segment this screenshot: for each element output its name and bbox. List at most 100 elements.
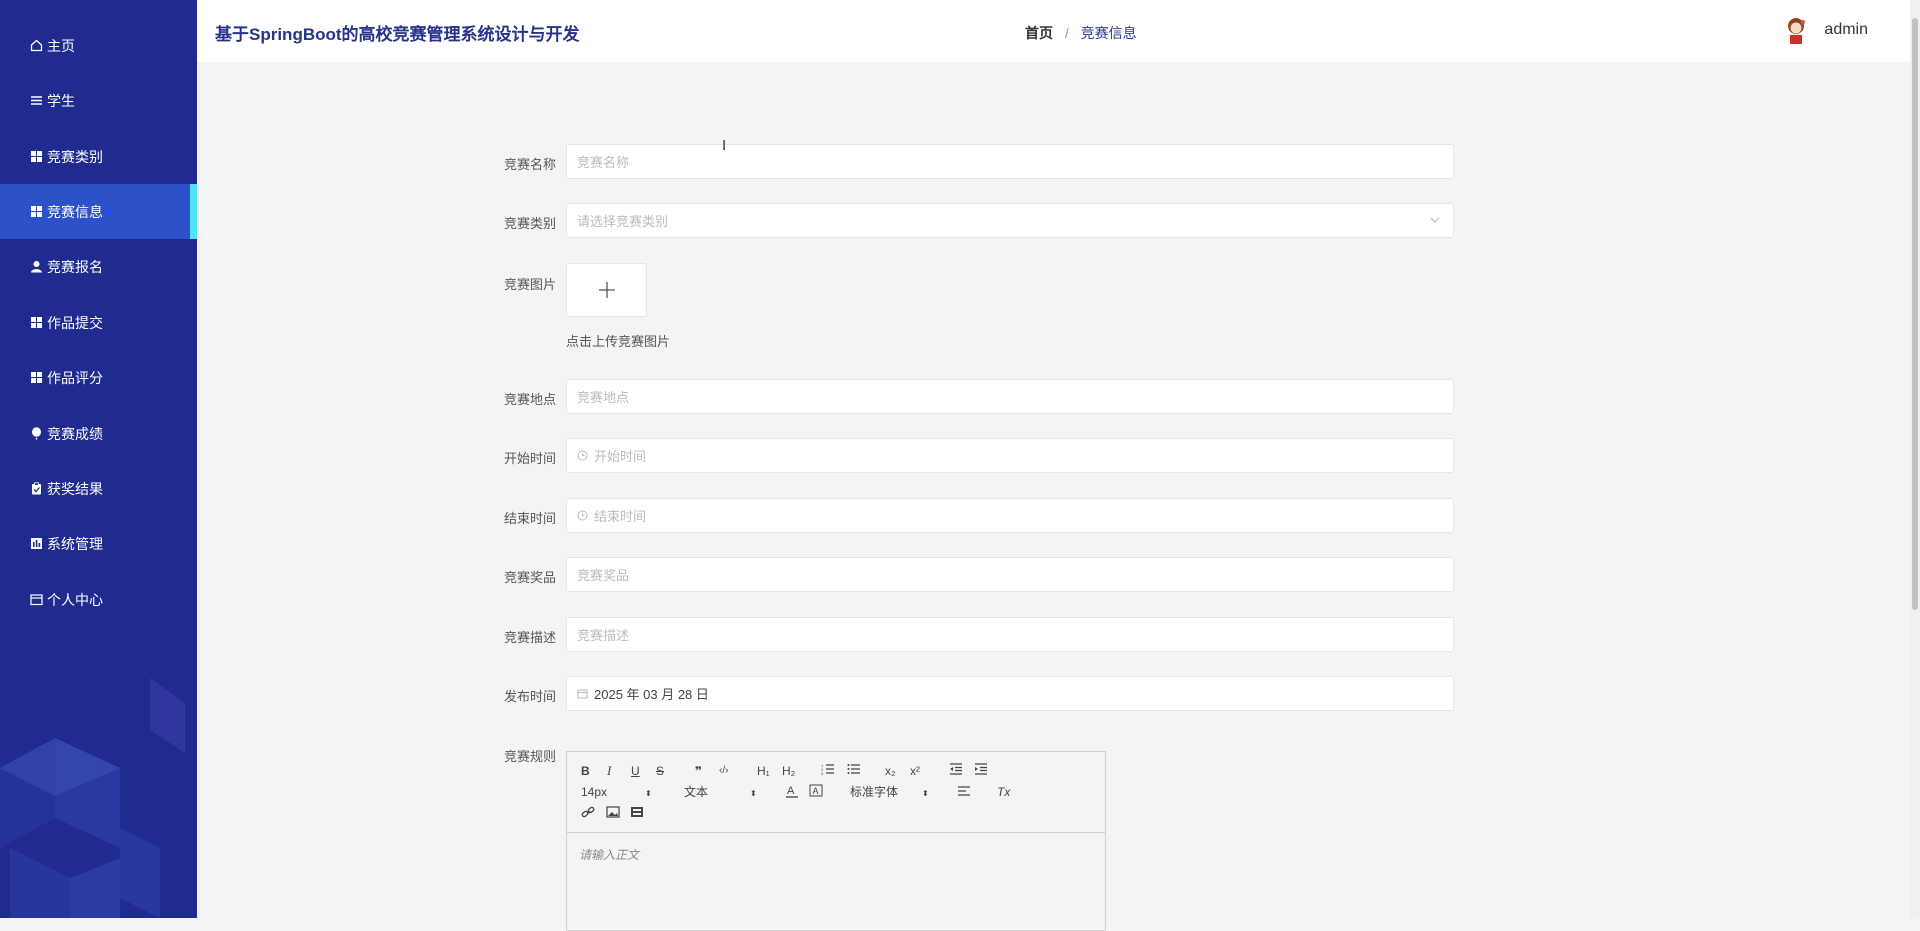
end-time-picker[interactable]: 结束时间 bbox=[566, 498, 1454, 533]
editor-content-placeholder[interactable]: 请输入正文 bbox=[579, 846, 639, 863]
decorative-cubes bbox=[0, 678, 185, 918]
sidebar-item-competition-info[interactable]: 竞赛信息 bbox=[0, 184, 197, 239]
sidebar-item-registration[interactable]: 竞赛报名 bbox=[0, 239, 197, 294]
end-time-placeholder: 结束时间 bbox=[594, 509, 647, 524]
bold-button[interactable]: B bbox=[581, 764, 590, 778]
top-header: 基于SpringBoot的高校竞赛管理系统设计与开发 首页 / 竞赛信息 adm… bbox=[197, 0, 1910, 62]
sidebar-item-scoring[interactable]: 作品评分 bbox=[0, 350, 197, 405]
user-menu[interactable]: admin bbox=[1780, 14, 1868, 46]
h2-button[interactable]: H₂ bbox=[782, 764, 795, 778]
font-family-value: 标准字体 bbox=[850, 785, 899, 799]
card-icon bbox=[30, 593, 43, 606]
publish-time-label: 发布时间 bbox=[503, 689, 556, 704]
user-icon bbox=[30, 260, 43, 273]
ordered-list-icon[interactable]: 123 bbox=[821, 763, 835, 778]
plus-icon bbox=[598, 282, 615, 298]
sidebar-item-competition-category[interactable]: 竞赛类别 bbox=[0, 129, 197, 184]
indent-icon[interactable] bbox=[974, 763, 988, 778]
name-label: 竞赛名称 bbox=[503, 157, 556, 172]
username: admin bbox=[1824, 21, 1868, 38]
sidebar-item-label: 学生 bbox=[47, 92, 75, 109]
sidebar-item-awards[interactable]: 获奖结果 bbox=[0, 461, 197, 516]
start-time-picker[interactable]: 开始时间 bbox=[566, 438, 1454, 473]
align-icon[interactable] bbox=[957, 785, 971, 800]
format-select[interactable]: 文本 ⬍ bbox=[684, 785, 757, 801]
image-icon[interactable] bbox=[606, 806, 620, 821]
image-upload-button[interactable] bbox=[566, 263, 647, 317]
end-time-label: 结束时间 bbox=[503, 511, 556, 526]
scrollbar-thumb[interactable] bbox=[1912, 18, 1918, 610]
font-family-select[interactable]: 标准字体 ⬍ bbox=[850, 785, 929, 801]
breadcrumb-current: 竞赛信息 bbox=[1080, 25, 1137, 41]
competition-category-select[interactable]: 请选择竞赛类别 bbox=[566, 203, 1454, 238]
prize-label: 竞赛奖品 bbox=[503, 570, 556, 585]
outdent-icon[interactable] bbox=[949, 763, 963, 778]
clock-icon bbox=[577, 450, 588, 461]
video-icon[interactable] bbox=[630, 806, 644, 821]
competition-description-input[interactable]: 竞赛描述 bbox=[566, 617, 1454, 652]
italic-button[interactable]: I bbox=[607, 764, 611, 778]
publish-time-picker[interactable]: 2025 年 03 月 28 日 bbox=[566, 676, 1454, 711]
bullet-list-icon[interactable] bbox=[847, 763, 861, 778]
competition-prize-placeholder: 竞赛奖品 bbox=[577, 568, 630, 583]
sidebar-item-label: 作品提交 bbox=[47, 314, 103, 331]
competition-name-input[interactable]: 竞赛名称 bbox=[566, 144, 1454, 179]
svg-text:A: A bbox=[813, 786, 819, 796]
chart-icon bbox=[30, 537, 43, 550]
competition-location-input[interactable]: 竞赛地点 bbox=[566, 379, 1454, 414]
rules-label: 竞赛规则 bbox=[503, 749, 556, 764]
sidebar-item-label: 作品评分 bbox=[47, 369, 103, 386]
competition-name-placeholder: 竞赛名称 bbox=[577, 155, 630, 170]
publish-time-value: 2025 年 03 月 28 日 bbox=[594, 687, 709, 702]
clipboard-icon bbox=[30, 482, 43, 495]
sidebar-item-profile[interactable]: 个人中心 bbox=[0, 572, 197, 627]
sidebar-item-label: 获奖结果 bbox=[47, 480, 103, 497]
link-icon[interactable] bbox=[581, 806, 595, 821]
menu-lines-icon bbox=[30, 94, 43, 107]
competition-description-placeholder: 竞赛描述 bbox=[577, 628, 630, 643]
description-label: 竞赛描述 bbox=[503, 630, 556, 645]
grid-icon bbox=[30, 205, 43, 218]
competition-category-placeholder: 请选择竞赛类别 bbox=[577, 214, 669, 229]
format-value: 文本 bbox=[684, 785, 709, 799]
clean-format-label: Tx bbox=[997, 785, 1011, 799]
sidebar-item-label: 竞赛报名 bbox=[47, 258, 103, 275]
start-time-label: 开始时间 bbox=[503, 451, 556, 466]
sidebar-item-results[interactable]: 竞赛成绩 bbox=[0, 406, 197, 461]
subscript-button[interactable]: x₂ bbox=[885, 764, 896, 778]
code-button[interactable]: ‹/› bbox=[719, 764, 728, 778]
grid-icon bbox=[30, 371, 43, 384]
font-size-select[interactable]: 14px ⬍ bbox=[581, 785, 652, 801]
page-scrollbar[interactable] bbox=[1910, 0, 1920, 918]
underline-button[interactable]: U bbox=[631, 764, 640, 778]
avatar[interactable] bbox=[1780, 14, 1813, 46]
h1-button[interactable]: H₁ bbox=[757, 764, 770, 778]
sidebar-item-system[interactable]: 系统管理 bbox=[0, 516, 197, 571]
font-color-icon[interactable]: A bbox=[785, 784, 799, 801]
clock-icon bbox=[577, 510, 588, 521]
sidebar-item-students[interactable]: 学生 bbox=[0, 73, 197, 128]
svg-text:A: A bbox=[787, 785, 795, 797]
clean-format-button[interactable]: Tx bbox=[997, 785, 1010, 799]
background-color-icon[interactable]: A bbox=[809, 784, 823, 801]
sidebar-item-label: 主页 bbox=[47, 37, 75, 54]
competition-location-placeholder: 竞赛地点 bbox=[577, 390, 630, 405]
sidebar-item-home[interactable]: 主页 bbox=[0, 18, 197, 73]
sidebar-item-label: 竞赛类别 bbox=[47, 148, 103, 165]
competition-prize-input[interactable]: 竞赛奖品 bbox=[566, 557, 1454, 592]
superscript-button[interactable]: x² bbox=[910, 764, 920, 778]
app-title: 基于SpringBoot的高校竞赛管理系统设计与开发 bbox=[215, 25, 580, 44]
sidebar-item-submission[interactable]: 作品提交 bbox=[0, 295, 197, 350]
breadcrumb-home[interactable]: 首页 bbox=[1025, 25, 1053, 41]
quote-button[interactable]: ❞ bbox=[695, 764, 702, 778]
home-icon bbox=[30, 39, 43, 52]
select-arrow-icon: ⬍ bbox=[645, 789, 652, 798]
category-label: 竞赛类别 bbox=[503, 216, 556, 231]
strike-button[interactable]: S bbox=[656, 764, 664, 778]
breadcrumb-separator: / bbox=[1064, 25, 1069, 41]
editor-toolbar: B I U S ❞ ‹/› H₁ H₂ 123 x₂ x² 14px ⬍ 文本 ⬍ … bbox=[567, 752, 1105, 833]
sidebar: 主页 学生 竞赛类别 竞赛信息 竞赛报名 作品提交 作品评分 竞赛成绩 获奖结果… bbox=[0, 0, 197, 918]
sidebar-item-label: 个人中心 bbox=[47, 591, 103, 608]
chevron-down-icon bbox=[1429, 214, 1441, 229]
breadcrumb: 首页 / 竞赛信息 bbox=[1025, 23, 1137, 43]
